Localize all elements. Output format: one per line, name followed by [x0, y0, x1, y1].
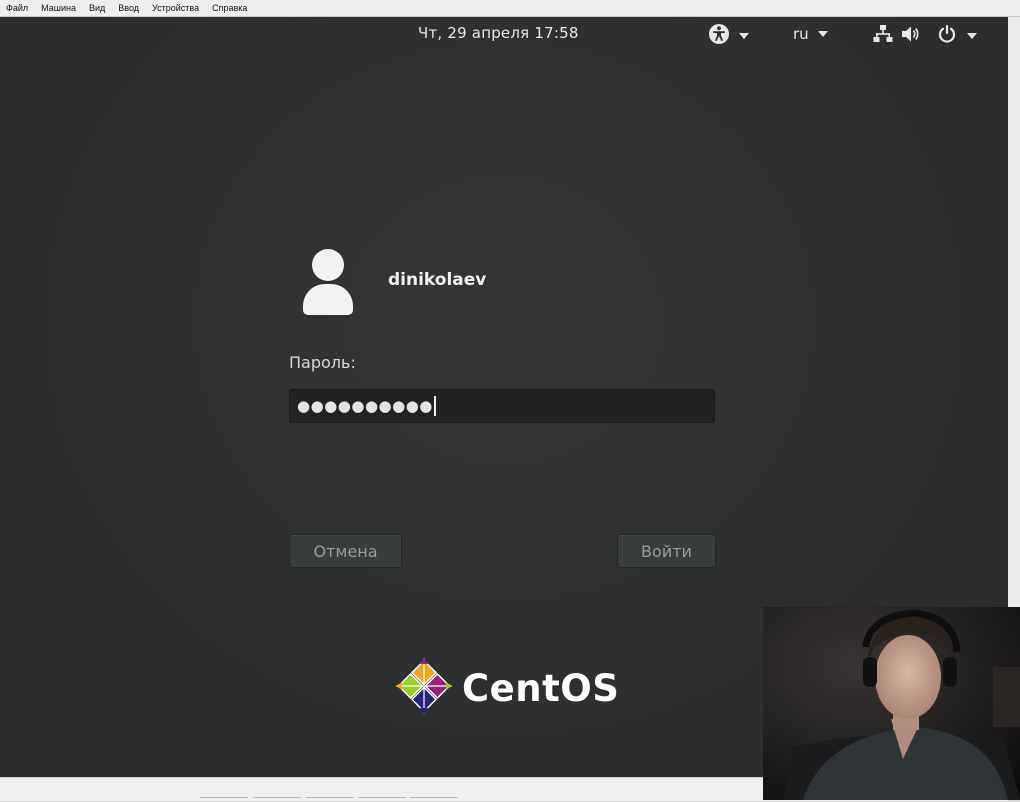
top-bar: Чт, 29 апреля 17:58 ru — [0, 17, 1008, 51]
avatar — [300, 247, 356, 319]
password-label: Пароль: — [289, 353, 356, 372]
menu-machine[interactable]: Машина — [41, 3, 76, 13]
user-row: dinikolaev — [300, 247, 486, 319]
menu-view[interactable]: Вид — [89, 3, 105, 13]
accessibility-icon — [708, 23, 730, 49]
system-menu[interactable] — [872, 23, 977, 49]
menu-file[interactable]: Файл — [6, 3, 28, 13]
centos-logo: CentOS — [393, 655, 619, 721]
chevron-down-icon — [967, 33, 977, 39]
text-caret — [433, 396, 436, 416]
username: dinikolaev — [388, 270, 487, 290]
menu-input[interactable]: Ввод — [118, 3, 139, 13]
login-button[interactable]: Войти — [617, 534, 716, 568]
menu-devices[interactable]: Устройства — [152, 3, 199, 13]
centos-logo-text: CentOS — [462, 666, 620, 710]
menu-help[interactable]: Справка — [212, 3, 247, 13]
power-icon — [936, 23, 958, 49]
chevron-down-icon — [739, 33, 749, 39]
accessibility-menu[interactable] — [708, 23, 749, 49]
centos-logo-icon — [393, 655, 455, 721]
vm-menubar: Файл Машина Вид Ввод Устройства Справка — [0, 0, 1020, 17]
chevron-down-icon — [817, 31, 828, 37]
language-menu[interactable]: ru — [793, 25, 828, 43]
volume-icon — [900, 23, 922, 49]
network-wired-icon — [872, 23, 894, 49]
webcam-overlay — [763, 607, 1020, 800]
clock[interactable]: Чт, 29 апреля 17:58 — [418, 24, 579, 42]
cancel-button[interactable]: Отмена — [289, 534, 402, 568]
language-label: ru — [793, 25, 809, 43]
password-mask: ●●●●●●●●●● — [297, 397, 433, 415]
password-field[interactable]: ●●●●●●●●●● — [289, 389, 715, 423]
